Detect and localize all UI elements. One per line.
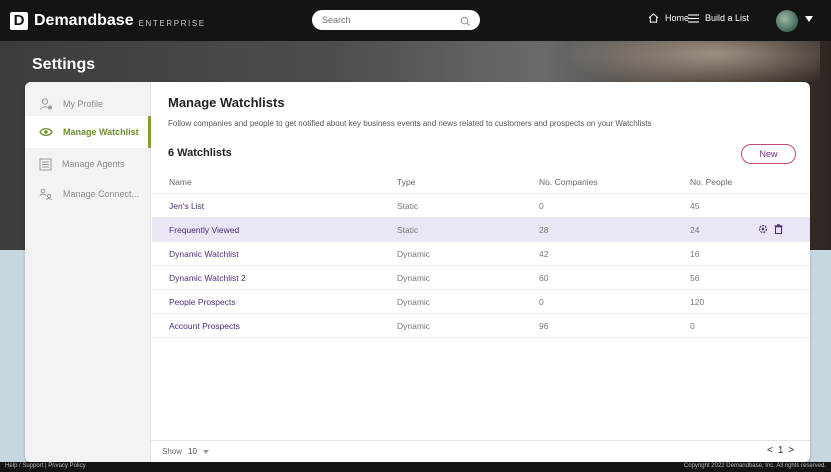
agents-icon	[39, 158, 52, 170]
nav-build-list-label: Build a List	[705, 13, 750, 23]
pagination: < 1 >	[767, 445, 794, 456]
chevron-down-icon[interactable]	[202, 449, 209, 454]
sidebar-item-label: My Profile	[63, 99, 104, 109]
help-links[interactable]: Help / Support | Privacy Policy	[5, 463, 86, 469]
watchlist-people: 0	[690, 321, 695, 331]
watchlist-people: 120	[690, 297, 705, 307]
watchlist-name-link[interactable]: People Prospects	[169, 297, 236, 307]
sidebar-item-manage-agents[interactable]: Manage Agents	[25, 148, 151, 180]
column-header-type[interactable]: Type	[397, 177, 415, 187]
brand-subtitle: ENTERPRISE	[138, 18, 206, 28]
watchlist-name-link[interactable]: Dynamic Watchlist	[169, 249, 239, 259]
nav-home-label: Home	[665, 13, 690, 23]
row-actions	[758, 224, 783, 234]
show-label: Show	[162, 447, 183, 456]
table-row-highlighted[interactable]: Frequently Viewed Static 28 24	[152, 218, 810, 242]
nav-build-list-link[interactable]: Build a List	[688, 13, 749, 23]
watchlist-type: Dynamic	[397, 321, 431, 331]
new-watchlist-button[interactable]: New	[741, 144, 796, 164]
table-footer: Show 10 < 1 >	[151, 440, 810, 462]
settings-gear-icon[interactable]	[758, 224, 768, 234]
watchlist-people: 56	[690, 273, 700, 283]
chevron-down-icon[interactable]	[805, 16, 813, 22]
column-header-companies[interactable]: No. Companies	[539, 177, 598, 187]
watchlist-people: 24	[690, 225, 700, 235]
eye-icon	[39, 127, 53, 137]
sidebar-item-manage-connect[interactable]: Manage Connect...	[25, 178, 151, 210]
watchlist-count: 6 Watchlists	[168, 147, 232, 159]
watchlist-people: 45	[690, 201, 700, 211]
search-box[interactable]	[312, 10, 480, 30]
table-header-row: Name Type No. Companies No. People	[152, 170, 810, 194]
watchlist-name-link[interactable]: Jen's List	[169, 201, 204, 211]
watchlist-type: Static	[397, 225, 419, 235]
sidebar-item-manage-watchlist[interactable]: Manage Watchlist	[25, 116, 151, 148]
current-page: 1	[777, 445, 784, 456]
list-icon	[688, 13, 699, 23]
page-size-selector[interactable]: Show 10	[162, 447, 209, 456]
sidebar-item-label: Manage Agents	[62, 159, 125, 169]
logo-mark: D	[10, 11, 28, 30]
next-page-button[interactable]: >	[788, 445, 794, 456]
table-row[interactable]: Account Prospects Dynamic 96 0	[152, 314, 810, 338]
top-navigation-bar: D Demandbase ENTERPRISE Home Build a Lis…	[0, 0, 831, 41]
watchlists-panel: Manage Watchlists Follow companies and p…	[151, 82, 810, 462]
search-input[interactable]	[322, 15, 452, 25]
search-icon[interactable]	[460, 14, 471, 32]
sidebar-item-label: Manage Connect...	[63, 189, 140, 199]
watchlist-table: Name Type No. Companies No. People Jen's…	[152, 170, 810, 338]
watchlist-name-link[interactable]: Frequently Viewed	[169, 225, 239, 235]
watchlist-companies: 60	[539, 273, 549, 283]
section-description: Follow companies and people to get notif…	[168, 119, 652, 128]
trash-icon[interactable]	[774, 224, 783, 234]
sidebar-item-label: Manage Watchlist	[63, 127, 139, 137]
profile-icon	[40, 98, 52, 110]
table-row[interactable]: People Prospects Dynamic 0 120	[152, 290, 810, 314]
copyright-text: Copyright 2022 Demandbase, Inc. All righ…	[683, 463, 826, 469]
settings-card: My Profile Manage Watchlist Manage Agent…	[25, 82, 810, 462]
table-row[interactable]: Dynamic Watchlist 2 Dynamic 60 56	[152, 266, 810, 290]
watchlist-companies: 28	[539, 225, 549, 235]
brand-name: Demandbase	[34, 11, 134, 29]
watchlist-companies: 96	[539, 321, 549, 331]
watchlist-name-link[interactable]: Account Prospects	[169, 321, 240, 331]
watchlist-people: 16	[690, 249, 700, 259]
bottom-bar: Help / Support | Privacy Policy Copyrigh…	[0, 462, 831, 472]
column-header-people[interactable]: No. People	[690, 177, 732, 187]
table-row[interactable]: Dynamic Watchlist Dynamic 42 16	[152, 242, 810, 266]
user-avatar[interactable]	[776, 10, 798, 32]
watchlist-type: Dynamic	[397, 273, 431, 283]
watchlist-companies: 0	[539, 201, 544, 211]
page-title: Settings	[32, 56, 96, 73]
brand-logo[interactable]: D Demandbase ENTERPRISE	[10, 11, 206, 30]
watchlist-companies: 0	[539, 297, 544, 307]
watchlist-type: Dynamic	[397, 297, 431, 307]
column-header-name[interactable]: Name	[169, 177, 192, 187]
home-icon	[648, 13, 659, 23]
page-size-value[interactable]: 10	[188, 447, 197, 456]
nav-home-link[interactable]: Home	[648, 13, 689, 23]
watchlist-type: Static	[397, 201, 419, 211]
prev-page-button[interactable]: <	[767, 445, 773, 456]
connect-icon	[39, 188, 52, 201]
watchlist-type: Dynamic	[397, 249, 431, 259]
watchlist-name-link[interactable]: Dynamic Watchlist 2	[169, 273, 246, 283]
settings-sidebar: My Profile Manage Watchlist Manage Agent…	[25, 82, 151, 462]
section-heading: Manage Watchlists	[168, 95, 285, 110]
table-row[interactable]: Jen's List Static 0 45	[152, 194, 810, 218]
watchlist-companies: 42	[539, 249, 549, 259]
